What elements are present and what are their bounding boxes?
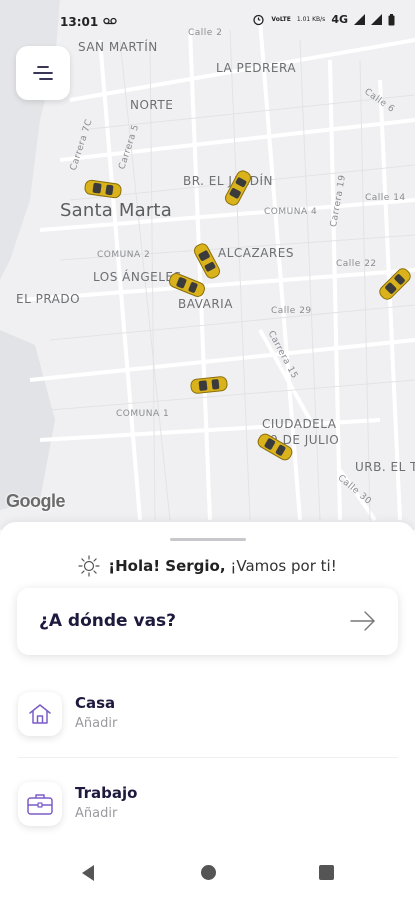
status-time: 13:01: [60, 15, 99, 29]
google-logo: Google: [6, 491, 66, 511]
map-label: COMUNA 2: [97, 250, 151, 260]
place-item-home[interactable]: Casa Añadir: [0, 684, 415, 756]
map-label: URB. EL T: [355, 460, 415, 474]
arrow-right-icon: [350, 611, 375, 631]
alarm-icon: [253, 14, 265, 26]
map-label: ALCAZARES: [218, 246, 294, 260]
place-title: Casa: [75, 694, 116, 712]
map-label: NORTE: [130, 98, 174, 112]
map-label: COMUNA 1: [116, 409, 170, 419]
map-label: BAVARIA: [178, 297, 233, 311]
menu-button[interactable]: [16, 46, 70, 100]
battery-icon: [388, 13, 395, 25]
map-label: SAN MARTÍN: [78, 40, 158, 54]
back-icon[interactable]: [80, 864, 96, 882]
status-bar: 13:01 VoLTE 1.01 KB/s 4G: [0, 0, 415, 40]
greeting-name: ¡Hola! Sergio,: [108, 557, 226, 575]
place-item-work[interactable]: Trabajo Añadir: [0, 774, 415, 846]
bottom-sheet: ¡Hola! Sergio, ¡Vamos por ti! ¿A dónde v…: [0, 522, 415, 900]
recents-icon[interactable]: [318, 864, 335, 881]
map-label: Calle 14: [365, 193, 406, 203]
network-type: 4G: [331, 13, 348, 26]
signal-icon: [371, 14, 382, 25]
map-label-city: Santa Marta: [60, 200, 172, 221]
map-label: LA PEDRERA: [216, 61, 297, 75]
menu-icon: [33, 66, 53, 80]
map-label: EL PRADO: [16, 292, 81, 306]
place-subtitle: Añadir: [75, 716, 118, 731]
status-icons: VoLTE 1.01 KB/s 4G: [252, 13, 395, 26]
map-label: COMUNA 4: [264, 207, 318, 217]
briefcase-icon-box: [18, 782, 62, 826]
divider: [18, 757, 398, 758]
home-icon-box: [18, 692, 62, 736]
briefcase-icon: [27, 794, 53, 815]
map-label: Calle 29: [271, 306, 312, 316]
sun-icon: [78, 555, 100, 577]
place-subtitle: Añadir: [75, 806, 118, 821]
greeting: ¡Hola! Sergio, ¡Vamos por ti!: [0, 555, 415, 577]
where-to-button[interactable]: ¿A dónde vas?: [17, 588, 398, 655]
signal-icon: [354, 14, 365, 25]
home-icon: [29, 704, 51, 724]
voicemail-icon: [103, 17, 117, 25]
volte-indicator: VoLTE: [271, 16, 291, 23]
home-nav-icon[interactable]: [200, 864, 217, 881]
map-label: CIUDADELA: [262, 417, 337, 431]
network-speed: 1.01 KB/s: [296, 16, 326, 23]
place-title: Trabajo: [75, 784, 138, 802]
where-to-label: ¿A dónde vas?: [39, 611, 177, 631]
greeting-message: ¡Vamos por ti!: [230, 557, 337, 575]
sheet-drag-handle[interactable]: [170, 538, 246, 541]
map-label: Calle 22: [336, 259, 377, 269]
system-navigation-bar: [0, 846, 415, 900]
